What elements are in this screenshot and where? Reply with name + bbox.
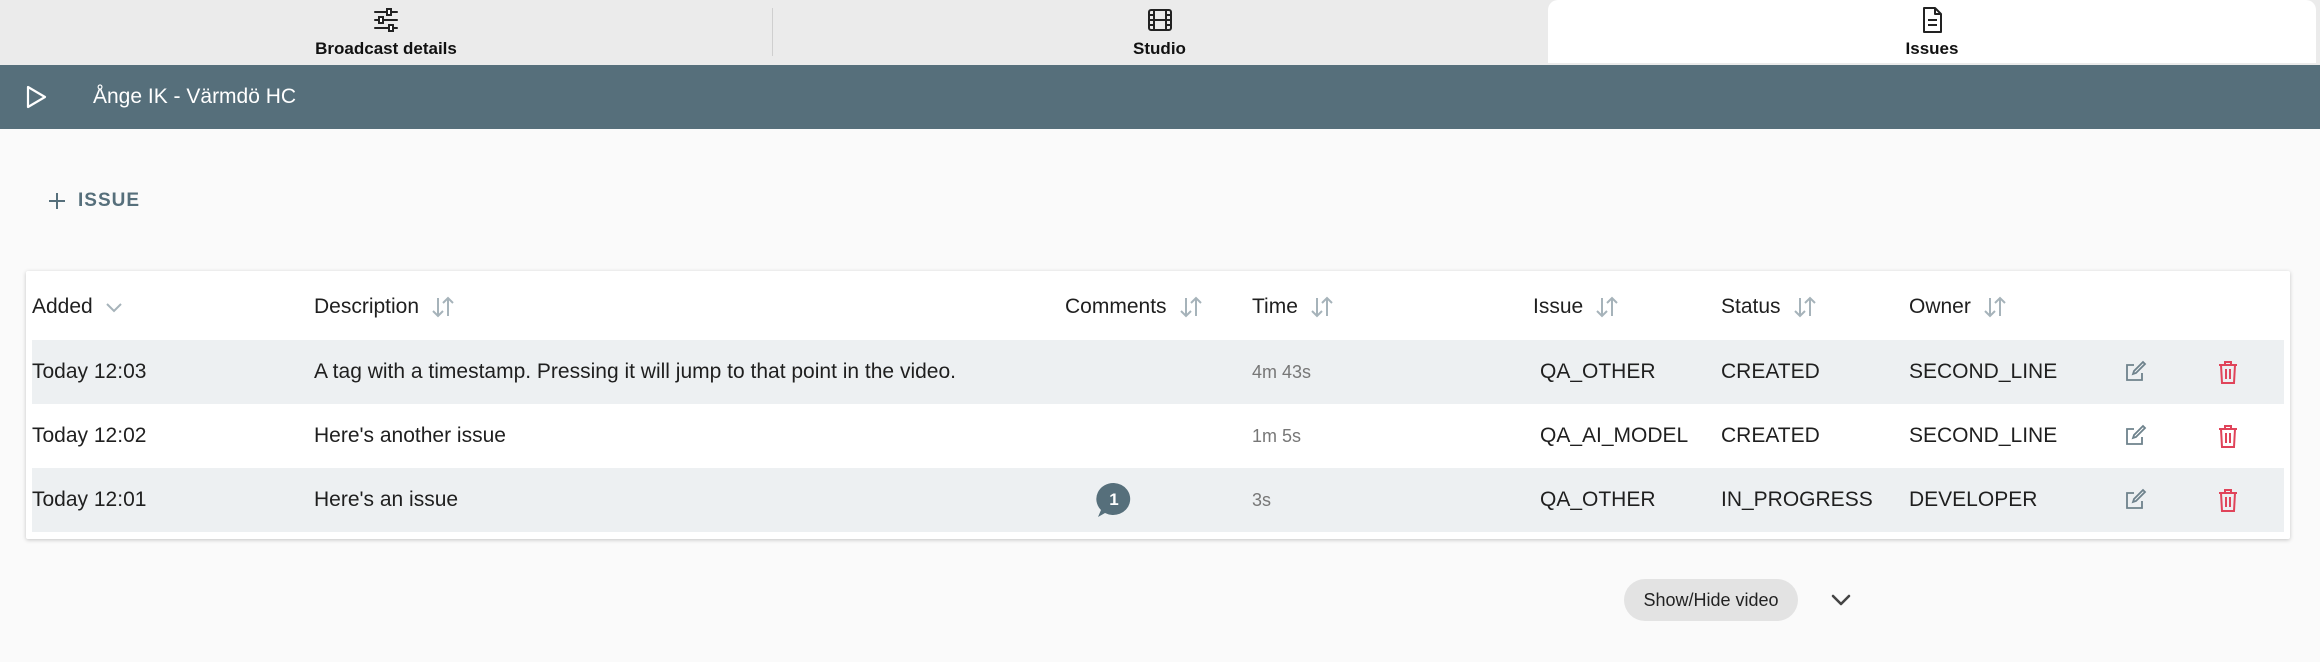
cell-issue: QA_OTHER: [1540, 360, 1656, 383]
column-label: Description: [314, 295, 420, 318]
edit-icon[interactable]: [2122, 487, 2148, 513]
sort-icon: [1793, 296, 1816, 318]
broadcast-header: Ånge IK - Värmdö HC: [0, 65, 2320, 129]
cell-description: Here's another issue: [314, 424, 506, 447]
cell-owner: SECOND_LINE: [1909, 360, 2058, 383]
sort-icon: [1311, 296, 1333, 318]
cell-issue: QA_AI_MODEL: [1540, 424, 1689, 447]
chevron-down-icon: [106, 303, 122, 313]
cell-added: Today 12:03: [32, 360, 147, 383]
column-label: Status: [1721, 295, 1781, 318]
edit-icon[interactable]: [2122, 423, 2148, 449]
column-label: Time: [1252, 295, 1298, 318]
cell-owner: SECOND_LINE: [1909, 424, 2058, 447]
column-header-time[interactable]: Time: [1252, 295, 1336, 319]
column-header-added[interactable]: Added: [32, 295, 125, 319]
cell-issue: QA_OTHER: [1540, 488, 1656, 511]
cell-added: Today 12:01: [32, 488, 147, 511]
cell-status: IN_PROGRESS: [1721, 488, 1873, 511]
column-header-status[interactable]: Status: [1721, 295, 1819, 319]
show-hide-video-label: Show/Hide video: [1643, 589, 1779, 610]
cell-added: Today 12:02: [32, 424, 147, 447]
column-label: Added: [32, 295, 93, 318]
comment-count: 1: [1109, 490, 1119, 509]
page-title: Ånge IK - Värmdö HC: [93, 85, 297, 108]
trash-icon[interactable]: [2215, 423, 2241, 449]
tab-broadcast-details[interactable]: Broadcast details: [0, 0, 772, 63]
top-tab-bar: Broadcast details Studio Issues: [0, 0, 2320, 65]
tab-studio[interactable]: Studio: [773, 0, 1546, 63]
column-label: Owner: [1909, 295, 1971, 318]
tab-label: Issues: [1905, 39, 1959, 58]
table-header: Added Description Comments Time Issue St…: [26, 271, 2290, 343]
cell-status: CREATED: [1721, 360, 1820, 383]
trash-icon[interactable]: [2215, 359, 2241, 385]
sort-icon: [1179, 296, 1202, 318]
chevron-down-icon[interactable]: [1828, 588, 1854, 612]
issues-table: Added Description Comments Time Issue St…: [26, 271, 2290, 539]
edit-icon[interactable]: [2122, 359, 2148, 385]
cell-time[interactable]: 1m 5s: [1252, 404, 1301, 468]
cell-description: Here's an issue: [314, 488, 459, 511]
table-row[interactable]: Today 12:02 Here's another issue 1m 5s Q…: [32, 404, 2284, 468]
comment-count-badge[interactable]: 1: [1095, 482, 1133, 518]
column-label: Issue: [1533, 295, 1584, 318]
sliders-icon: [374, 8, 398, 32]
play-icon[interactable]: [23, 84, 49, 110]
column-header-issue[interactable]: Issue: [1533, 295, 1621, 319]
tab-issues[interactable]: Issues: [1548, 0, 2316, 63]
tab-label: Studio: [1133, 39, 1186, 58]
sort-icon: [1596, 296, 1618, 318]
add-issue-button[interactable]: ISSUE: [48, 190, 140, 212]
cell-owner: DEVELOPER: [1909, 488, 2038, 511]
trash-icon[interactable]: [2215, 487, 2241, 513]
column-label: Comments: [1065, 295, 1167, 318]
sort-icon: [432, 296, 454, 318]
show-hide-video-button[interactable]: Show/Hide video: [1624, 579, 1798, 621]
column-header-description[interactable]: Description: [314, 295, 457, 319]
film-icon: [1147, 9, 1172, 31]
cell-description: A tag with a timestamp. Pressing it will…: [314, 360, 956, 383]
document-icon: [1923, 7, 1942, 33]
cell-time[interactable]: 4m 43s: [1252, 340, 1311, 404]
column-header-owner[interactable]: Owner: [1909, 295, 2009, 319]
table-row[interactable]: Today 12:03 A tag with a timestamp. Pres…: [32, 340, 2284, 404]
cell-time[interactable]: 3s: [1252, 468, 1271, 532]
cell-status: CREATED: [1721, 424, 1820, 447]
sort-icon: [1984, 296, 2006, 318]
plus-icon: [49, 193, 65, 209]
table-row[interactable]: Today 12:01 Here's an issue 1 3s QA_OTHE…: [32, 468, 2284, 532]
tab-label: Broadcast details: [315, 39, 457, 58]
column-header-comments[interactable]: Comments: [1065, 295, 1205, 319]
add-issue-label: ISSUE: [78, 190, 141, 211]
